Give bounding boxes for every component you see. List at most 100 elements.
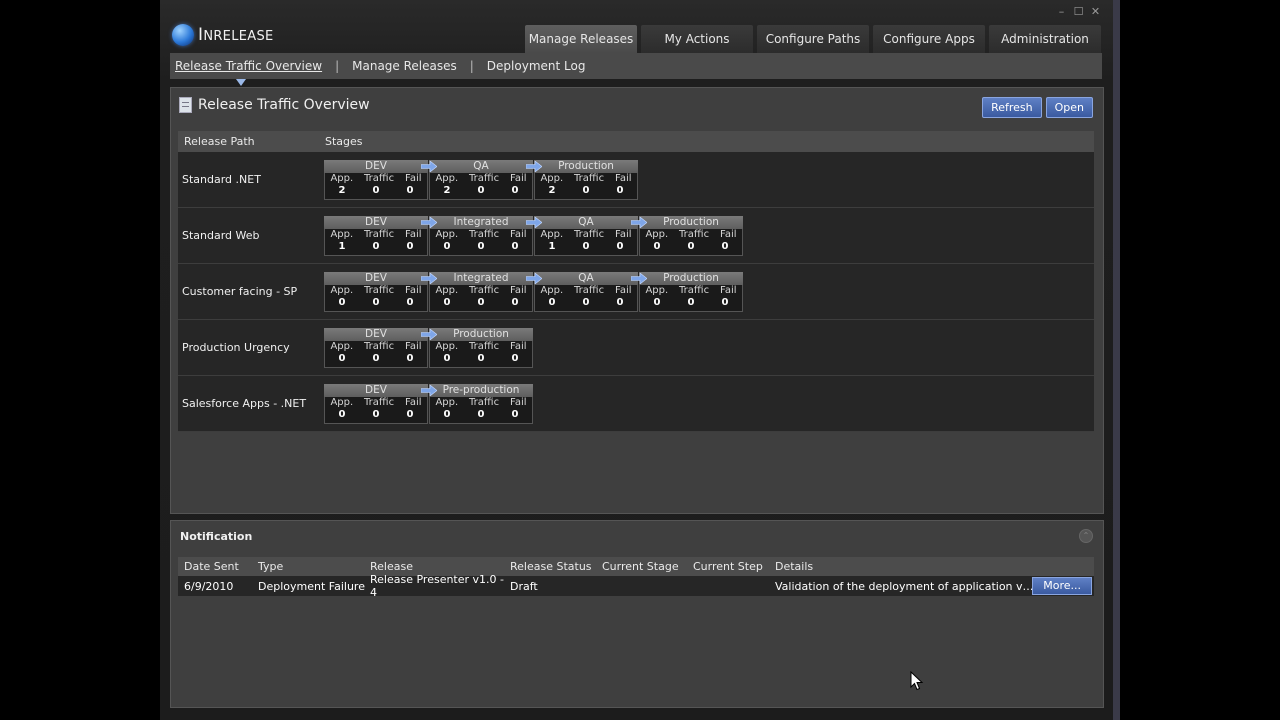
- tab-configure-apps[interactable]: Configure Apps: [873, 25, 985, 53]
- stage-count-values: 2 0 0: [430, 185, 532, 197]
- stage-name: DEV: [324, 272, 428, 285]
- app-count: 0: [548, 297, 556, 308]
- stage-list: DEV App. Traffic Fail 0 0 0 Production App. Traff…: [324, 328, 534, 368]
- traffic-count-label: Traffic: [469, 341, 500, 352]
- release-path-row[interactable]: Customer facing - SP DEV App. Traffic Fail 0 0…: [178, 264, 1094, 320]
- stage-list: DEV App. Traffic Fail 1 0 0 Integrated App. Traff…: [324, 216, 744, 256]
- app-count-label: App.: [540, 285, 564, 296]
- column-header-details: Details: [775, 560, 814, 573]
- stage-count-labels: App. Traffic Fail: [430, 341, 532, 353]
- stage-count-labels: App. Traffic Fail: [430, 285, 532, 297]
- stage-count-values: 1 0 0: [535, 241, 637, 253]
- traffic-count-label: Traffic: [469, 285, 500, 296]
- column-header-stages: Stages: [325, 135, 363, 148]
- maximize-icon[interactable]: ☐: [1073, 5, 1084, 18]
- stage-counts: App. Traffic Fail 2 0 0: [324, 173, 428, 200]
- traffic-count: 0: [687, 297, 695, 308]
- desktop-edge: [1113, 0, 1120, 720]
- release-path-row[interactable]: Salesforce Apps - .NET DEV App. Traffic Fail…: [178, 376, 1094, 432]
- stage-box[interactable]: DEV App. Traffic Fail 0 0 0: [324, 272, 437, 312]
- stage-counts: App. Traffic Fail 0 0 0: [639, 285, 743, 312]
- stage-counts: App. Traffic Fail 0 0 0: [324, 285, 428, 312]
- stage-box[interactable]: Production App. Traffic Fail 2 0 0: [534, 160, 638, 200]
- traffic-count: 0: [372, 241, 380, 252]
- fail-count-label: Fail: [509, 397, 527, 408]
- stage-counts: App. Traffic Fail 0 0 0: [639, 229, 743, 256]
- release-path-name: Standard .NET: [182, 173, 261, 186]
- release-path-row[interactable]: Standard .NET DEV App. Traffic Fail 2 0 0 QA App.…: [178, 152, 1094, 208]
- release-path-row[interactable]: Production Urgency DEV App. Traffic Fail 0 0 0 P…: [178, 320, 1094, 376]
- fail-count: 0: [406, 297, 414, 308]
- stage-name: DEV: [324, 216, 428, 229]
- notification-header: Date Sent Type Release Release Status Cu…: [178, 557, 1094, 576]
- stage-count-values: 0 0 0: [640, 297, 742, 309]
- traffic-count: 0: [687, 241, 695, 252]
- app-count-label: App.: [645, 229, 669, 240]
- app-count: 0: [653, 297, 661, 308]
- stage-box[interactable]: Integrated App. Traffic Fail 0 0 0: [429, 216, 542, 256]
- fail-count: 0: [406, 409, 414, 420]
- subnav-deployment-log[interactable]: Deployment Log: [482, 59, 591, 73]
- refresh-button[interactable]: Refresh: [982, 97, 1042, 118]
- fail-count-label: Fail: [509, 229, 527, 240]
- fail-count-label: Fail: [404, 173, 422, 184]
- stage-count-values: 0 0 0: [430, 241, 532, 253]
- column-header-release: Release: [370, 560, 413, 573]
- stage-box[interactable]: Production App. Traffic Fail 0 0 0: [639, 272, 743, 312]
- minimize-icon[interactable]: –: [1056, 5, 1067, 18]
- tab-manage-releases[interactable]: Manage Releases: [525, 25, 637, 53]
- stage-count-labels: App. Traffic Fail: [430, 173, 532, 185]
- grid-rows: Standard .NET DEV App. Traffic Fail 2 0 0 QA App.…: [178, 152, 1094, 432]
- notification-type: Deployment Failure: [258, 579, 365, 593]
- stage-count-labels: App. Traffic Fail: [430, 397, 532, 409]
- traffic-count: 0: [372, 185, 380, 196]
- release-path-name: Salesforce Apps - .NET: [182, 397, 307, 410]
- stage-counts: App. Traffic Fail 0 0 0: [429, 229, 533, 256]
- app-count-label: App.: [330, 173, 354, 184]
- collapse-icon[interactable]: ⌃: [1079, 529, 1093, 543]
- stage-count-values: 0 0 0: [325, 353, 427, 365]
- stage-count-values: 0 0 0: [325, 297, 427, 309]
- app-logo: INRELEASE: [172, 24, 274, 46]
- stage-counts: App. Traffic Fail 0 0 0: [324, 397, 428, 424]
- app-count-label: App.: [435, 173, 459, 184]
- traffic-count-label: Traffic: [574, 285, 605, 296]
- app-count: 2: [338, 185, 346, 196]
- release-traffic-panel: Release Traffic Overview Refresh Open Re…: [170, 87, 1104, 514]
- fail-count: 0: [511, 185, 519, 196]
- traffic-count-label: Traffic: [364, 229, 395, 240]
- stage-box[interactable]: DEV App. Traffic Fail 2 0 0: [324, 160, 437, 200]
- stage-box[interactable]: Production App. Traffic Fail 0 0 0: [429, 328, 533, 368]
- stage-box[interactable]: Integrated App. Traffic Fail 0 0 0: [429, 272, 542, 312]
- stage-box[interactable]: QA App. Traffic Fail 2 0 0: [429, 160, 542, 200]
- app-count: 1: [548, 241, 556, 252]
- stage-box[interactable]: DEV App. Traffic Fail 0 0 0: [324, 328, 437, 368]
- release-path-row[interactable]: Standard Web DEV App. Traffic Fail 1 0 0 Integra…: [178, 208, 1094, 264]
- stage-box[interactable]: Pre-production App. Traffic Fail 0 0 0: [429, 384, 533, 424]
- fail-count-label: Fail: [404, 285, 422, 296]
- stage-count-values: 2 0 0: [535, 185, 637, 197]
- traffic-count: 0: [477, 409, 485, 420]
- open-button[interactable]: Open: [1045, 97, 1093, 118]
- more-button[interactable]: More...: [1032, 577, 1092, 595]
- notification-row[interactable]: 6/9/2010 Deployment Failure Release Presen…: [178, 573, 1094, 599]
- fail-count: 0: [511, 241, 519, 252]
- arrow-right-icon: [421, 273, 437, 284]
- traffic-count-label: Traffic: [469, 397, 500, 408]
- stage-box[interactable]: DEV App. Traffic Fail 1 0 0: [324, 216, 437, 256]
- close-icon[interactable]: ✕: [1090, 5, 1101, 18]
- stage-counts: App. Traffic Fail 2 0 0: [534, 173, 638, 200]
- stage-box[interactable]: QA App. Traffic Fail 1 0 0: [534, 216, 647, 256]
- tab-my-actions[interactable]: My Actions: [641, 25, 753, 53]
- tab-configure-paths[interactable]: Configure Paths: [757, 25, 869, 53]
- stage-name: DEV: [324, 160, 428, 173]
- notification-table: Date Sent Type Release Release Status Cu…: [178, 557, 1094, 599]
- subnav-manage-releases[interactable]: Manage Releases: [347, 59, 462, 73]
- stage-box[interactable]: QA App. Traffic Fail 0 0 0: [534, 272, 647, 312]
- subnav-separator: |: [335, 59, 340, 73]
- stage-box[interactable]: DEV App. Traffic Fail 0 0 0: [324, 384, 437, 424]
- stage-box[interactable]: Production App. Traffic Fail 0 0 0: [639, 216, 743, 256]
- subnav-release-traffic-overview[interactable]: Release Traffic Overview: [170, 59, 327, 73]
- stage-count-labels: App. Traffic Fail: [325, 285, 427, 297]
- tab-administration[interactable]: Administration: [989, 25, 1101, 53]
